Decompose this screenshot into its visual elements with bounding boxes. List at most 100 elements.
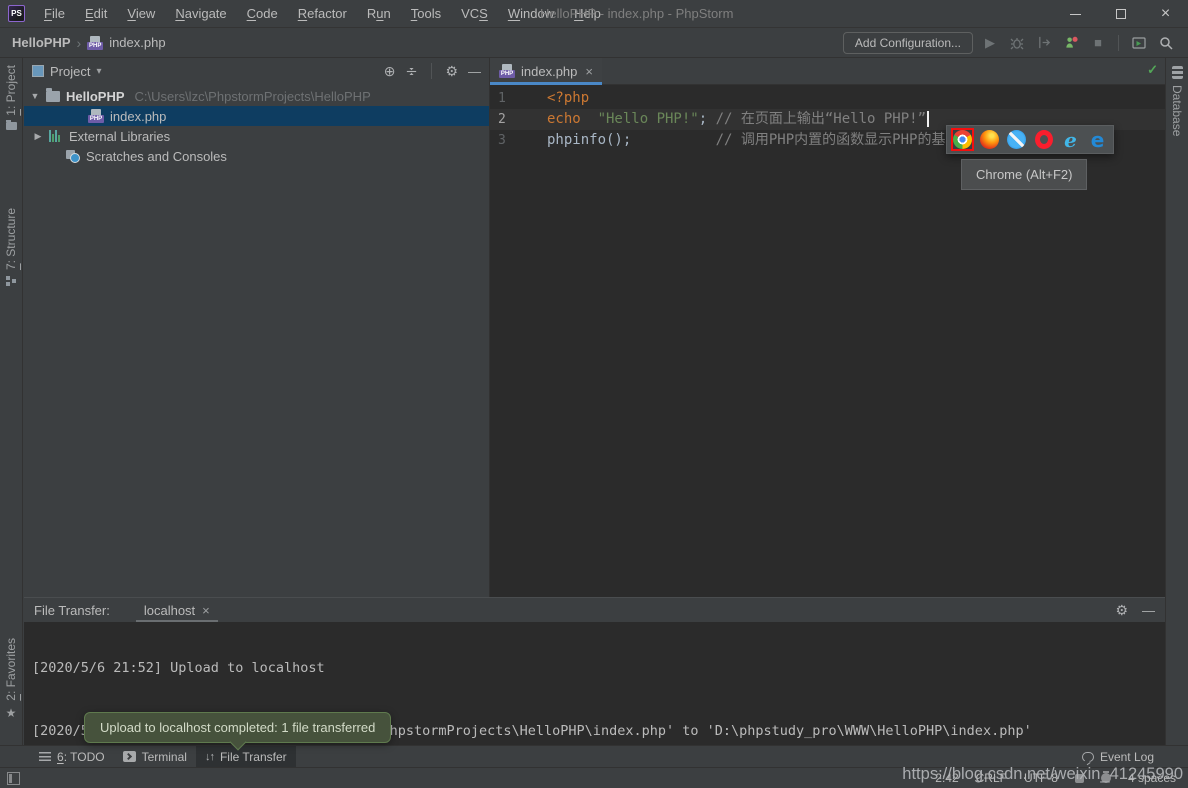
php-file-icon: PHP bbox=[499, 64, 515, 78]
project-root-path: C:\Users\lzc\PhpstormProjects\HelloPHP bbox=[135, 89, 371, 104]
inspections-ok-icon[interactable]: ✓ bbox=[1147, 62, 1158, 78]
menu-navigate[interactable]: Navigate bbox=[165, 0, 236, 27]
hide-panel-icon[interactable]: — bbox=[468, 64, 481, 79]
chrome-icon[interactable] bbox=[951, 128, 974, 151]
breadcrumb-file[interactable]: index.php bbox=[109, 35, 165, 50]
close-tab-icon[interactable]: × bbox=[202, 603, 210, 618]
menu-run[interactable]: Run bbox=[357, 0, 401, 27]
minimize-icon bbox=[1070, 14, 1081, 15]
left-tool-window-stripe: 1: Project 7: Structure 2: Favorites ★ bbox=[0, 58, 23, 745]
close-button[interactable]: × bbox=[1143, 0, 1188, 28]
sidebar-item-favorites[interactable]: 2: Favorites ★ bbox=[0, 638, 22, 719]
add-configuration-button[interactable]: Add Configuration... bbox=[843, 32, 973, 54]
collapse-all-icon[interactable] bbox=[405, 65, 418, 78]
maximize-button[interactable] bbox=[1098, 0, 1143, 28]
terminal-button[interactable]: Terminal bbox=[114, 746, 196, 767]
project-panel-title[interactable]: Project bbox=[50, 64, 90, 79]
breadcrumb-separator-icon: › bbox=[77, 35, 82, 51]
editor-tab-bar: PHP index.php × bbox=[490, 58, 1165, 85]
maximize-icon bbox=[1116, 9, 1126, 19]
favorites-star-icon: ★ bbox=[6, 707, 17, 719]
expand-down-icon[interactable]: ▼ bbox=[30, 91, 40, 101]
safari-icon[interactable] bbox=[1005, 128, 1028, 151]
file-transfer-label: File Transfer: bbox=[34, 603, 110, 618]
search-everywhere-icon[interactable] bbox=[1156, 32, 1176, 54]
tree-row-root[interactable]: ▼ HelloPHP C:\Users\lzc\PhpstormProjects… bbox=[24, 86, 489, 106]
log-line: [2020/5/6 21:52] Upload to localhost bbox=[32, 658, 1161, 679]
attach-debugger-icon[interactable] bbox=[1061, 32, 1081, 54]
tree-row-scratches[interactable]: Scratches and Consoles bbox=[24, 146, 489, 166]
upload-notification[interactable]: Upload to localhost completed: 1 file tr… bbox=[84, 712, 391, 743]
file-transfer-button[interactable]: ↓↑ File Transfer bbox=[196, 746, 296, 767]
menu-tools[interactable]: Tools bbox=[401, 0, 451, 27]
terminal-icon bbox=[123, 751, 136, 762]
line-number: 2 bbox=[490, 109, 540, 130]
menu-file[interactable]: File bbox=[34, 0, 75, 27]
folder-icon bbox=[46, 91, 60, 102]
chevron-down-icon[interactable]: ▾ bbox=[96, 66, 101, 77]
watermark: https://blog.csdn.net/weixin_41245990 bbox=[902, 765, 1183, 784]
title-bar: PS File Edit View Navigate Code Refactor… bbox=[0, 0, 1188, 28]
window-title: HelloPHP - index.php - PhpStorm bbox=[540, 0, 733, 28]
text-cursor bbox=[927, 111, 929, 127]
close-tab-icon[interactable]: × bbox=[585, 64, 593, 79]
gear-icon[interactable]: ⚙ bbox=[1115, 602, 1128, 619]
locate-file-icon[interactable]: ⊕ bbox=[384, 64, 396, 78]
file-transfer-header: File Transfer: localhost × ⚙ — bbox=[24, 598, 1165, 622]
phpstorm-logo-icon: PS bbox=[8, 5, 25, 22]
event-log-icon bbox=[1082, 752, 1094, 762]
tab-localhost[interactable]: localhost × bbox=[140, 598, 214, 622]
window-controls: × bbox=[1053, 0, 1188, 28]
tree-row-index-php[interactable]: PHP index.php bbox=[24, 106, 489, 126]
project-panel: Project ▾ ⊕ ⚙ — ▼ HelloPHP C:\Users\lzc\… bbox=[24, 58, 490, 597]
breadcrumb: HelloPHP › PHP index.php bbox=[0, 35, 166, 51]
run-with-coverage-icon[interactable] bbox=[1034, 32, 1054, 54]
sidebar-item-structure[interactable]: 7: Structure bbox=[0, 208, 22, 286]
project-panel-actions: ⊕ ⚙ — bbox=[384, 63, 481, 79]
run-toolbar: Add Configuration... ▶ ■ bbox=[843, 32, 1188, 54]
event-log-button[interactable]: Event Log bbox=[1082, 746, 1188, 767]
php-file-icon: PHP bbox=[88, 109, 104, 123]
gear-icon[interactable]: ⚙ bbox=[445, 64, 458, 78]
minimize-button[interactable] bbox=[1053, 0, 1098, 28]
run-icon[interactable]: ▶ bbox=[980, 32, 1000, 54]
breadcrumb-project[interactable]: HelloPHP bbox=[12, 35, 71, 50]
chrome-tooltip: Chrome (Alt+F2) bbox=[961, 159, 1087, 190]
phpstorm-window: PS File Edit View Navigate Code Refactor… bbox=[0, 0, 1188, 788]
bottom-tool-window-bar: 6: TODO Terminal ↓↑ File Transfer Event … bbox=[0, 745, 1188, 767]
menu-refactor[interactable]: Refactor bbox=[288, 0, 357, 27]
toolbar-divider bbox=[1118, 35, 1119, 51]
transfer-arrows-icon: ↓↑ bbox=[205, 751, 214, 763]
menu-code[interactable]: Code bbox=[237, 0, 288, 27]
opera-icon[interactable] bbox=[1032, 128, 1055, 151]
tab-index-php[interactable]: PHP index.php × bbox=[490, 58, 602, 84]
debug-icon[interactable] bbox=[1007, 32, 1027, 54]
todo-button[interactable]: 6: TODO bbox=[30, 746, 114, 767]
open-in-browser-popup bbox=[946, 125, 1114, 154]
code-line-1: 1 <?php bbox=[490, 88, 1165, 109]
hide-panel-icon[interactable]: — bbox=[1142, 603, 1155, 618]
right-tool-window-stripe: Database bbox=[1165, 58, 1188, 745]
navigation-bar: HelloPHP › PHP index.php Add Configurati… bbox=[0, 28, 1188, 58]
line-number: 3 bbox=[490, 130, 540, 151]
sidebar-item-project[interactable]: 1: Project bbox=[0, 65, 22, 130]
firefox-icon[interactable] bbox=[978, 128, 1001, 151]
tree-row-external-libraries[interactable]: ▶ External Libraries bbox=[24, 126, 489, 146]
menu-edit[interactable]: Edit bbox=[75, 0, 117, 27]
run-anything-icon[interactable] bbox=[1129, 32, 1149, 54]
expand-right-icon[interactable]: ▶ bbox=[33, 131, 43, 142]
todo-icon bbox=[39, 752, 51, 761]
project-panel-header: Project ▾ ⊕ ⚙ — bbox=[24, 58, 489, 84]
internet-explorer-icon[interactable] bbox=[1059, 128, 1082, 151]
stop-icon[interactable]: ■ bbox=[1088, 32, 1108, 54]
project-stripe-icon bbox=[6, 122, 17, 130]
edge-icon[interactable] bbox=[1086, 128, 1109, 151]
menu-view[interactable]: View bbox=[117, 0, 165, 27]
sidebar-item-database[interactable]: Database bbox=[1166, 66, 1188, 136]
project-tree: ▼ HelloPHP C:\Users\lzc\PhpstormProjects… bbox=[24, 84, 489, 166]
menu-bar: File Edit View Navigate Code Refactor Ru… bbox=[34, 0, 611, 27]
database-icon bbox=[1172, 66, 1183, 79]
menu-vcs[interactable]: VCS bbox=[451, 0, 498, 27]
external-libraries-icon bbox=[49, 130, 63, 142]
tool-window-switcher-icon[interactable] bbox=[7, 772, 20, 785]
